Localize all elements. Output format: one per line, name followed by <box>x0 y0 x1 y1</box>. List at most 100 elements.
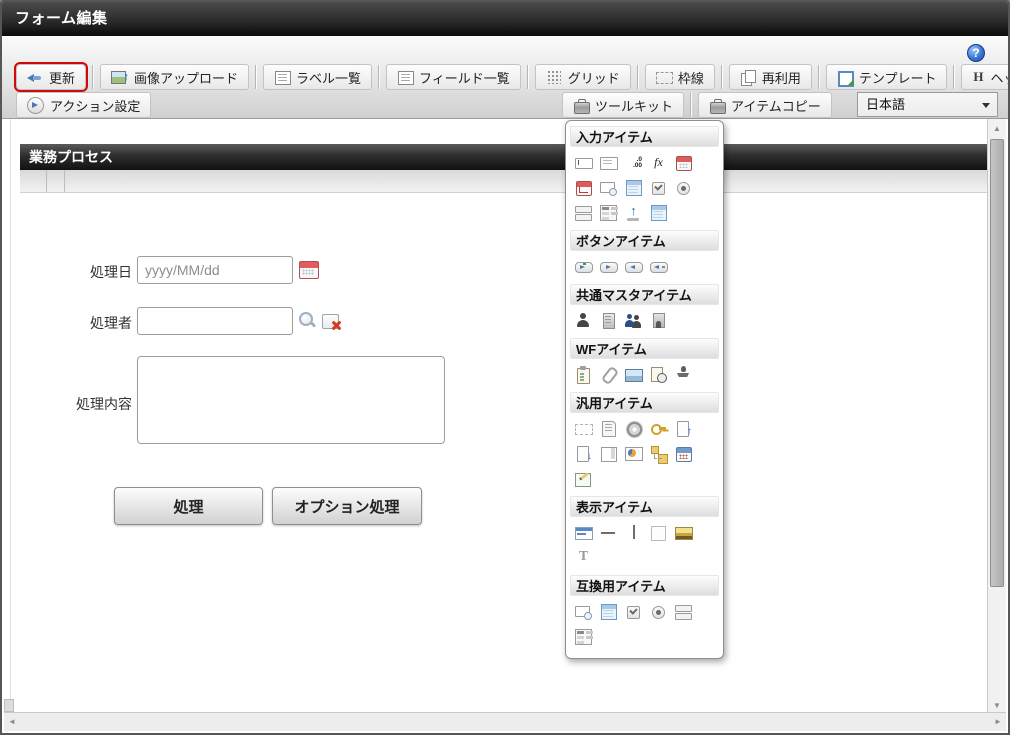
language-select-value: 日本語 <box>866 97 905 112</box>
file-upload-icon[interactable]: ↑ <box>671 416 696 441</box>
item-copy-button[interactable]: アイテムコピー <box>698 92 832 118</box>
search-select-icon <box>575 603 592 620</box>
vertical-scrollbar-thumb[interactable] <box>990 139 1004 587</box>
horizontal-line-icon <box>600 524 617 541</box>
return-button-icon[interactable] <box>646 254 671 279</box>
select-list-icon <box>575 628 592 645</box>
border-button[interactable]: 枠線 <box>645 64 715 90</box>
table-input-icon[interactable] <box>621 175 646 200</box>
history-icon[interactable] <box>646 362 671 387</box>
process-detail-textarea[interactable] <box>137 356 445 444</box>
user-group-icon[interactable] <box>621 308 646 333</box>
file-download-icon[interactable]: ↓ <box>571 441 596 466</box>
table-input-icon[interactable] <box>596 599 621 624</box>
select-list-icon[interactable] <box>596 200 621 225</box>
gear-icon[interactable] <box>621 416 646 441</box>
calendar-icon <box>675 445 692 462</box>
scroll-right-icon[interactable]: ► <box>990 713 1006 731</box>
help-icon[interactable]: ? <box>967 44 985 62</box>
listbox-icon[interactable] <box>571 200 596 225</box>
picture-icon[interactable] <box>671 520 696 545</box>
checkbox-icon <box>650 179 667 196</box>
scroll-left-icon[interactable]: ◄ <box>4 713 20 731</box>
process-button[interactable]: 処理 <box>114 487 263 525</box>
palette-icon-grid: ↑↓ <box>570 414 719 494</box>
scroll-up-icon[interactable]: ▲ <box>988 121 1006 137</box>
editor-icon[interactable] <box>571 466 596 491</box>
workflow-form-icon <box>575 366 592 383</box>
field-list-button[interactable]: フィールド一覧 <box>386 64 521 90</box>
label-list-button-label: ラベル一覧 <box>296 68 361 87</box>
stamp-icon <box>675 366 692 383</box>
select-list-icon[interactable] <box>571 624 596 649</box>
radio-button-icon[interactable] <box>646 599 671 624</box>
period-input-icon[interactable] <box>571 175 596 200</box>
forward-button-icon[interactable] <box>596 254 621 279</box>
script-icon[interactable] <box>596 416 621 441</box>
search-icon[interactable] <box>298 311 316 329</box>
image-upload-button[interactable]: 画像アップロード <box>100 64 249 90</box>
vertical-scrollbar[interactable]: ▲ ▼ <box>987 119 1006 715</box>
toolkit-group: ツールキット アイテムコピー <box>562 92 832 118</box>
key-icon[interactable] <box>646 416 671 441</box>
hidden-field-icon[interactable] <box>571 416 596 441</box>
tree-icon[interactable] <box>646 441 671 466</box>
user-icon[interactable] <box>571 308 596 333</box>
calendar-icon[interactable] <box>671 441 696 466</box>
checkbox-icon[interactable] <box>646 175 671 200</box>
listbox-icon[interactable] <box>671 599 696 624</box>
search-select-icon[interactable] <box>596 175 621 200</box>
back-button-icon[interactable] <box>621 254 646 279</box>
search-select-icon <box>600 179 617 196</box>
panel-icon[interactable] <box>596 441 621 466</box>
label-list-button[interactable]: ラベル一覧 <box>263 64 372 90</box>
toolbar-separator <box>527 65 529 89</box>
red-x-icon <box>331 320 341 330</box>
text-item-icon[interactable]: T <box>571 545 596 570</box>
language-select[interactable]: 日本語 <box>857 92 998 117</box>
checkbox-icon[interactable] <box>621 599 646 624</box>
wf-image-icon[interactable] <box>621 362 646 387</box>
date-input-icon[interactable] <box>671 150 696 175</box>
search-select-icon[interactable] <box>571 599 596 624</box>
textarea-icon[interactable] <box>596 150 621 175</box>
workflow-form-icon[interactable] <box>571 362 596 387</box>
label-item-icon <box>575 524 592 541</box>
graph-icon[interactable] <box>621 441 646 466</box>
horizontal-line-icon[interactable] <box>596 520 621 545</box>
reuse-button[interactable]: 再利用 <box>729 64 812 90</box>
calendar-picker-icon[interactable] <box>299 259 319 279</box>
attachment-icon[interactable] <box>596 362 621 387</box>
text-input-icon[interactable] <box>571 150 596 175</box>
toolbar-separator <box>953 65 955 89</box>
image-upload-icon <box>111 70 128 84</box>
toolkit-button[interactable]: ツールキット <box>562 92 684 118</box>
processor-input[interactable] <box>137 307 293 335</box>
option-process-button[interactable]: オプション処理 <box>272 487 422 525</box>
company-post-icon[interactable] <box>646 308 671 333</box>
process-date-input[interactable] <box>137 256 293 284</box>
action-settings-button[interactable]: アクション設定 <box>16 92 151 118</box>
update-button[interactable]: 更新 <box>16 64 86 90</box>
stamp-icon[interactable] <box>671 362 696 387</box>
label-item-icon[interactable] <box>571 520 596 545</box>
processor-label: 処理者 <box>70 313 132 333</box>
function-icon[interactable]: fx <box>646 150 671 175</box>
clear-selection-icon[interactable] <box>322 313 341 330</box>
submit-button-icon[interactable] <box>571 254 596 279</box>
grid-button[interactable]: グリッド <box>535 64 631 90</box>
number-input-icon[interactable]: .0 .00 <box>621 150 646 175</box>
user-icon <box>575 312 592 329</box>
editor-icon <box>575 470 592 487</box>
palette-section-title: WFアイテム <box>570 338 719 359</box>
vertical-line-icon[interactable] <box>621 520 646 545</box>
header-footer-button[interactable]: H ヘッダーとフッター <box>961 64 1010 90</box>
upload-icon[interactable]: ↑ <box>621 200 646 225</box>
horizontal-scrollbar[interactable]: ◄ ► <box>4 712 1006 731</box>
template-button[interactable]: テンプレート <box>826 64 948 90</box>
grid-table-icon[interactable] <box>646 200 671 225</box>
radio-button-icon[interactable] <box>671 175 696 200</box>
period-input-icon <box>575 179 592 196</box>
box-icon[interactable] <box>646 520 671 545</box>
organization-icon[interactable] <box>596 308 621 333</box>
